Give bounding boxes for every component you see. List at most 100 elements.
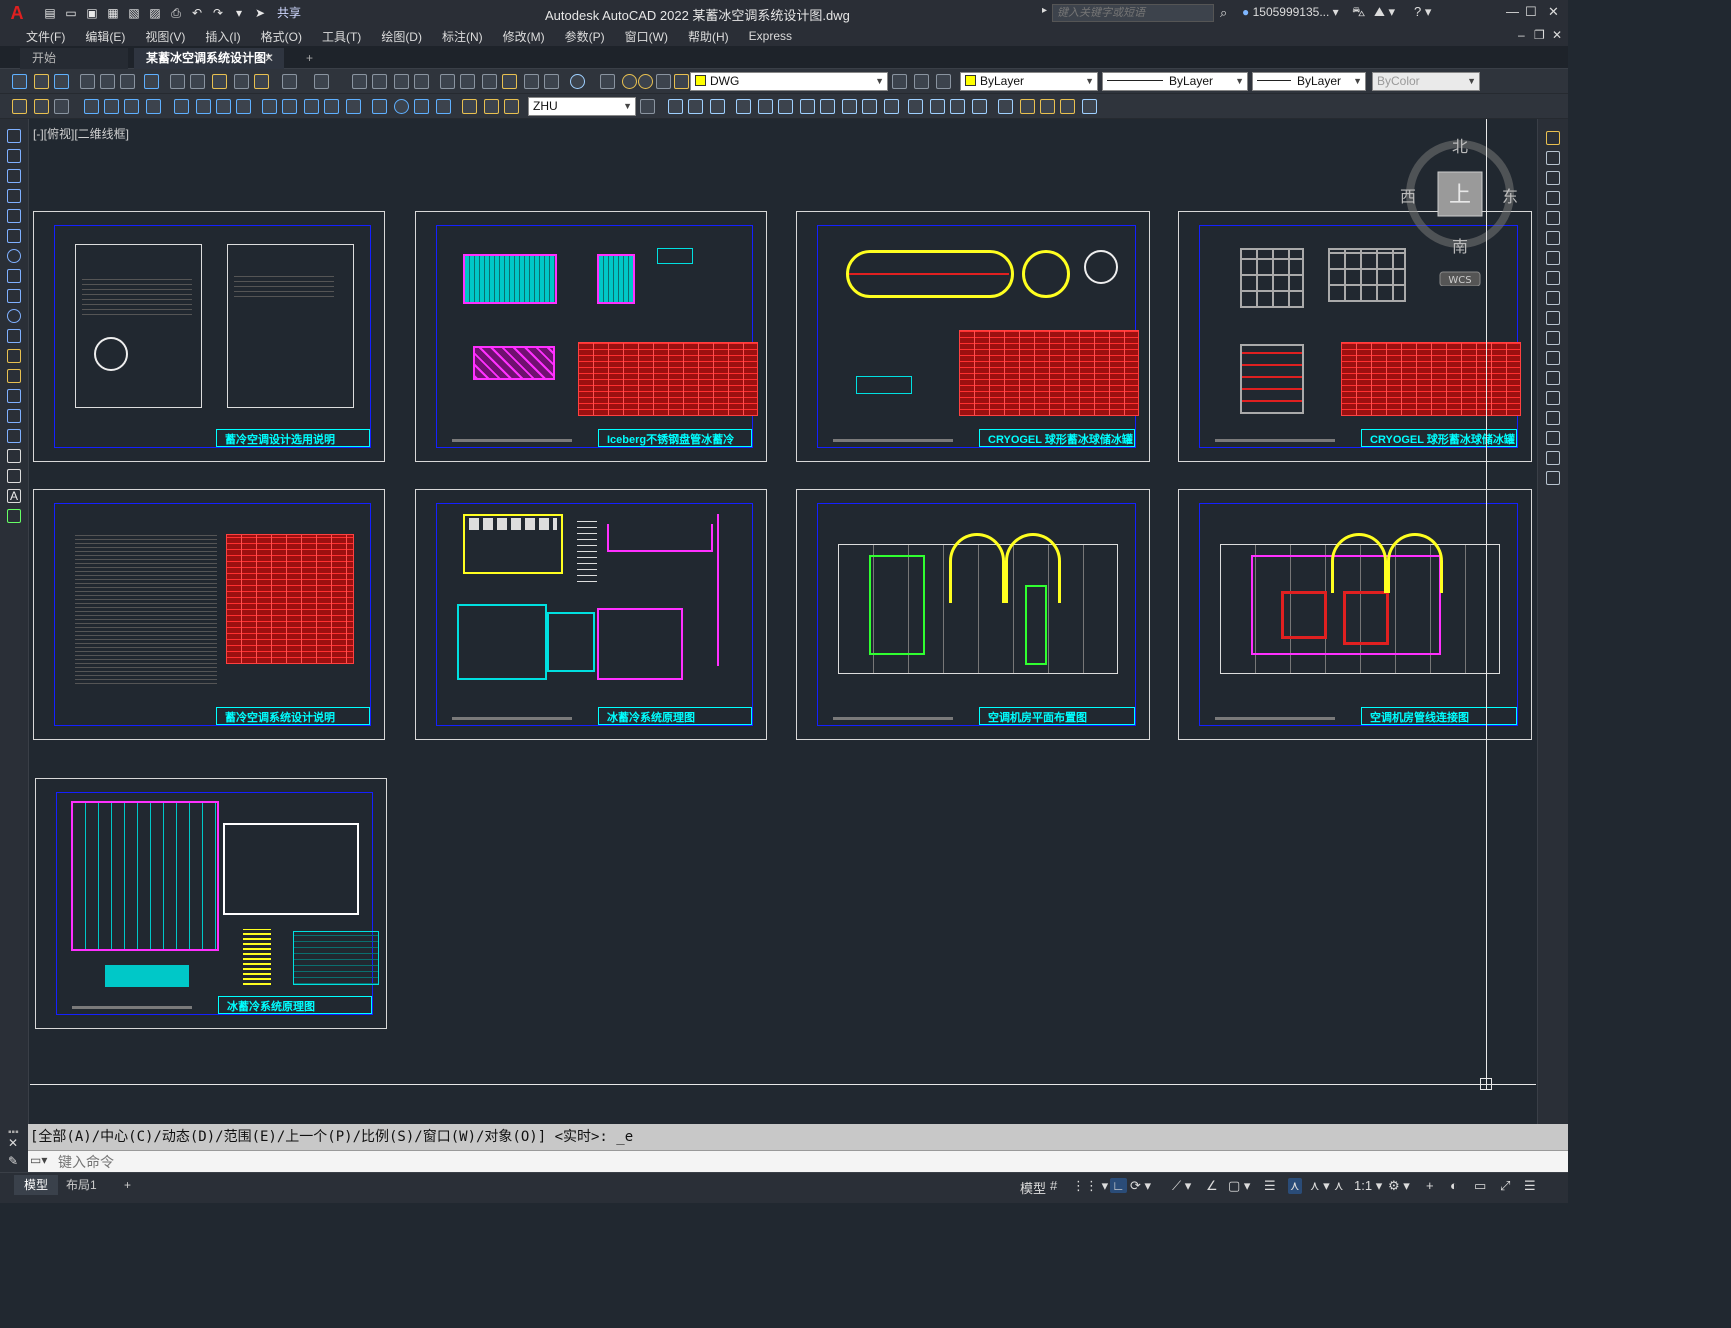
aligned-dimension-icon[interactable] [104,99,119,114]
move-tool-icon[interactable] [1546,231,1560,245]
rotate-icon[interactable] [800,99,815,114]
dimension-break-icon[interactable] [346,99,361,114]
open-icon[interactable]: ▭ [63,5,79,21]
arc-icon[interactable] [7,229,21,243]
layer-match-icon[interactable] [12,99,27,114]
help-tool-icon[interactable] [570,74,585,89]
search-input[interactable] [1052,4,1214,22]
linetype-dropdown[interactable]: ByLayer ▼ [1102,72,1248,91]
insert-block-icon[interactable] [7,349,21,363]
polar-tracking-icon[interactable]: ⟳ ▾ [1130,1178,1151,1194]
user-account[interactable]: ● 1505999135... ▾ [1242,5,1339,19]
tolerance-icon[interactable] [372,99,387,114]
compass-east[interactable]: 东 [1502,187,1518,206]
array-icon[interactable] [758,99,773,114]
layer-freeze-icon[interactable] [638,74,653,89]
make-current-layer-icon[interactable] [892,74,907,89]
blend-curves-icon[interactable] [1546,451,1560,465]
save-file-icon[interactable] [54,74,69,89]
match-properties-icon[interactable] [234,74,249,89]
zoom-previous-icon[interactable] [414,74,429,89]
new-tab-button[interactable]: + [294,48,325,69]
save-as-icon[interactable]: ▦ [105,5,121,21]
rotate-tool-icon[interactable] [1546,251,1560,265]
sheet-6[interactable]: 冰蓄冷系统原理图 [415,489,767,740]
polygon-icon[interactable] [7,189,21,203]
layer-viewport-icon[interactable] [656,74,671,89]
menu-dimension[interactable]: 标注(N) [432,28,493,45]
rectangle-icon[interactable] [7,209,21,223]
extend-tool-icon[interactable] [1546,331,1560,345]
join-tool-icon[interactable] [1546,391,1560,405]
lineweight-dropdown[interactable]: ByLayer ▼ [1252,72,1366,91]
tab-layout1[interactable]: 布局1 [56,1175,107,1195]
viewport-controls[interactable]: [-][俯视][二维线框] [33,125,129,142]
qnew-icon[interactable] [12,74,27,89]
inspection-icon[interactable] [414,99,429,114]
menu-file[interactable]: 文件(F) [16,28,75,45]
zoom-window-icon[interactable] [394,74,409,89]
trim-tool-icon[interactable] [1546,311,1560,325]
ellipse-arc-icon[interactable] [7,329,21,343]
annotation-scale-value[interactable]: 1:1 ▾ [1354,1178,1382,1194]
explode-tool-icon[interactable] [1546,471,1560,485]
plot-preview-icon[interactable] [100,74,115,89]
object-snap-icon[interactable]: ▢ ▾ [1228,1178,1250,1194]
autocad-logo-icon[interactable]: A [6,2,28,24]
break-tool-icon[interactable] [1546,371,1560,385]
publish-icon[interactable] [120,74,135,89]
menu-format[interactable]: 格式(O) [251,28,312,45]
minimize-button[interactable]: — [1506,4,1519,19]
share-button[interactable]: 共享 [277,5,301,21]
chamfer-icon[interactable] [950,99,965,114]
undo-tool-icon[interactable] [282,74,297,89]
fillet-tool-icon[interactable] [1546,431,1560,445]
cart-icon[interactable]: ⛍ [1352,4,1365,22]
sheet-set-icon[interactable] [502,74,517,89]
ortho-icon[interactable]: ∟ [1110,1178,1127,1193]
open-file-icon[interactable] [34,74,49,89]
make-block-icon[interactable] [7,369,21,383]
quick-dimension-icon[interactable] [262,99,277,114]
tab-model[interactable]: 模型 [14,1175,59,1195]
mirror-icon[interactable] [710,99,725,114]
center-mark-icon[interactable] [394,99,409,114]
array-tool-icon[interactable] [1546,211,1560,225]
doc-close-button[interactable]: ✕ [1552,28,1562,42]
dimension-space-icon[interactable] [324,99,339,114]
object-snap-tracking-icon[interactable]: ∠ [1206,1178,1218,1194]
isolate-objects-icon[interactable]: ◐ [1450,1178,1458,1193]
fillet-icon[interactable] [972,99,987,114]
circle-icon[interactable] [7,249,21,263]
redo-icon[interactable]: ↷ [210,5,226,21]
undo-icon[interactable]: ↶ [189,5,205,21]
color-dropdown[interactable]: ByLayer ▼ [960,72,1098,91]
jogged-linear-icon[interactable] [436,99,451,114]
dimension-update-icon[interactable] [504,99,519,114]
save-icon[interactable]: ▣ [84,5,100,21]
sheet-9[interactable]: 冰蓄冷系统原理图 [35,778,387,1029]
menu-draw[interactable]: 绘图(D) [371,28,432,45]
sheet-7[interactable]: 空调机房平面布置图 [796,489,1150,740]
baseline-dimension-icon[interactable] [282,99,297,114]
dimension-edit-icon[interactable] [462,99,477,114]
explode-icon[interactable] [998,99,1013,114]
drawing-canvas[interactable]: [-][俯视][二维线框] 蓄冷空调设计选用说明 Iceberg不锈钢盘管冰蓄冷 [30,119,1536,1124]
pan-icon[interactable] [352,74,367,89]
erase-icon[interactable] [668,99,683,114]
mirror-tool-icon[interactable] [1546,171,1560,185]
scale-icon[interactable] [820,99,835,114]
stretch-tool-icon[interactable] [1546,291,1560,305]
search-expand-icon[interactable]: ▸ [1042,5,1047,16]
chamfer-tool-icon[interactable] [1546,411,1560,425]
layer-dropdown[interactable]: DWG ▼ [690,72,888,91]
doc-restore-button[interactable]: ❐ [1534,28,1545,42]
customize-command-icon[interactable]: ✎ [8,1154,18,1168]
menu-tools[interactable]: 工具(T) [312,28,371,45]
menu-modify[interactable]: 修改(M) [493,28,555,45]
menu-edit[interactable]: 编辑(E) [75,28,135,45]
linear-dimension-icon[interactable] [84,99,99,114]
copy-tool-icon[interactable] [1546,151,1560,165]
print-icon[interactable]: ⎙ [168,5,184,21]
snap-icon[interactable]: ⋮⋮ ▾ [1072,1178,1108,1194]
